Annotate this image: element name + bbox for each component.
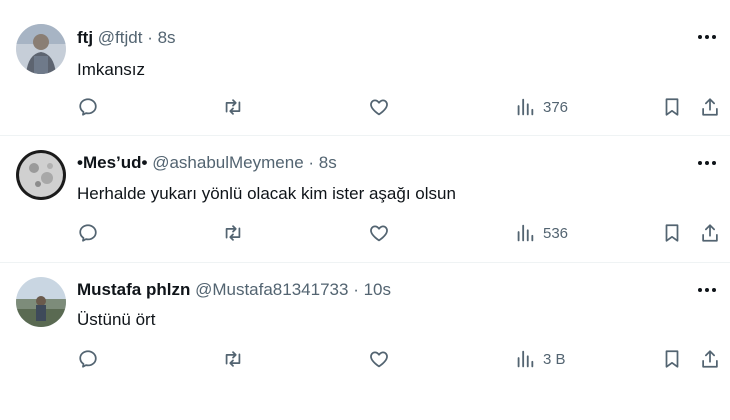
views-count: 376 bbox=[543, 98, 569, 116]
avatar[interactable] bbox=[16, 277, 66, 327]
tweet[interactable]: ftj @ftjdt · 8s Imkansız 376 bbox=[0, 0, 730, 135]
views-count: 536 bbox=[543, 224, 569, 242]
tweet-text: Imkansız bbox=[77, 60, 146, 79]
share-button[interactable] bbox=[699, 95, 721, 119]
display-name[interactable]: •Mes’ud• bbox=[77, 153, 147, 172]
more-icon[interactable] bbox=[694, 152, 720, 174]
bookmark-button[interactable] bbox=[661, 221, 683, 245]
more-icon[interactable] bbox=[694, 26, 720, 48]
share-icon bbox=[702, 224, 718, 242]
avatar[interactable] bbox=[16, 150, 66, 200]
avatar[interactable] bbox=[16, 24, 66, 74]
tweet-header: •Mes’ud• @ashabulMeymene · 8s bbox=[77, 152, 337, 174]
retweet-icon bbox=[225, 225, 241, 241]
like-button[interactable] bbox=[368, 95, 390, 119]
views-count: 3 B bbox=[543, 350, 566, 368]
like-button[interactable] bbox=[368, 347, 390, 371]
more-icon[interactable] bbox=[694, 279, 720, 301]
tweet-text: Herhalde yukarı yönlü olacak kim ister a… bbox=[77, 184, 456, 203]
share-icon bbox=[702, 98, 718, 116]
views-icon bbox=[517, 98, 534, 116]
action-bar: 3 B bbox=[0, 347, 730, 371]
reply-icon bbox=[79, 224, 97, 242]
reply-button[interactable] bbox=[77, 347, 99, 371]
tweet-header: ftj @ftjdt · 8s bbox=[77, 27, 176, 49]
bookmark-icon bbox=[665, 224, 679, 242]
share-button[interactable] bbox=[699, 221, 721, 245]
user-handle[interactable]: @ashabulMeymene bbox=[152, 153, 303, 172]
separator: · bbox=[308, 153, 315, 172]
views-button[interactable]: 536 bbox=[514, 221, 568, 245]
like-button[interactable] bbox=[368, 221, 390, 245]
user-handle[interactable]: @ftjdt bbox=[98, 28, 143, 47]
like-icon bbox=[370, 351, 388, 368]
tweet-text: Üstünü ört bbox=[77, 310, 156, 329]
reply-icon bbox=[79, 350, 97, 368]
share-button[interactable] bbox=[699, 347, 721, 371]
like-icon bbox=[370, 225, 388, 242]
action-bar: 376 bbox=[0, 95, 730, 119]
timestamp[interactable]: 8s bbox=[158, 28, 176, 47]
retweet-button[interactable] bbox=[222, 95, 244, 119]
action-bar: 536 bbox=[0, 221, 730, 245]
display-name[interactable]: ftj bbox=[77, 28, 93, 47]
like-icon bbox=[370, 99, 388, 116]
timestamp[interactable]: 10s bbox=[364, 280, 391, 299]
tweet[interactable]: •Mes’ud• @ashabulMeymene · 8s Herhalde y… bbox=[0, 136, 730, 262]
separator: · bbox=[353, 280, 359, 299]
views-button[interactable]: 376 bbox=[514, 95, 568, 119]
bookmark-button[interactable] bbox=[661, 95, 683, 119]
retweet-button[interactable] bbox=[222, 347, 244, 371]
tweet-header: Mustafa phlzn @Mustafa81341733 · 10s bbox=[77, 279, 391, 301]
tweet[interactable]: Mustafa phlzn @Mustafa81341733 · 10s Üst… bbox=[0, 263, 730, 420]
bookmark-icon bbox=[665, 350, 679, 368]
share-icon bbox=[702, 350, 718, 368]
separator: · bbox=[147, 28, 153, 47]
bookmark-button[interactable] bbox=[661, 347, 683, 371]
retweet-icon bbox=[225, 99, 241, 115]
views-icon bbox=[517, 224, 534, 242]
retweet-icon bbox=[225, 351, 241, 367]
bookmark-icon bbox=[665, 98, 679, 116]
retweet-button[interactable] bbox=[222, 221, 244, 245]
reply-button[interactable] bbox=[77, 221, 99, 245]
reply-button[interactable] bbox=[77, 95, 99, 119]
reply-icon bbox=[79, 98, 97, 116]
display-name[interactable]: Mustafa phlzn bbox=[77, 280, 190, 299]
user-handle[interactable]: @Mustafa81341733 bbox=[195, 280, 348, 299]
views-button[interactable]: 3 B bbox=[514, 347, 566, 371]
views-icon bbox=[517, 350, 534, 368]
timestamp[interactable]: 8s bbox=[319, 153, 337, 172]
